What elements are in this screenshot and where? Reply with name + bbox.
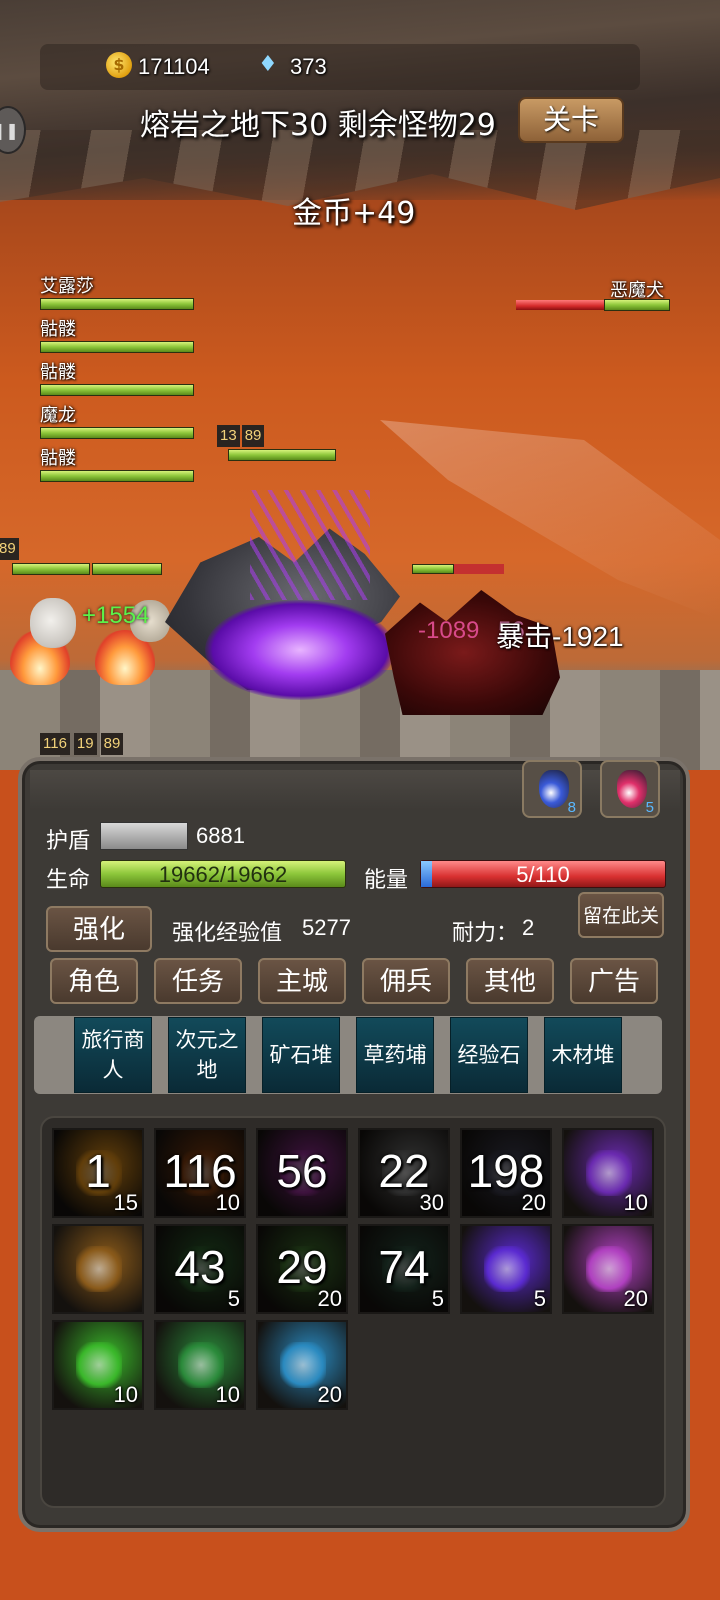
facility-wood-pile[interactable]: 木材堆: [544, 1017, 622, 1093]
left-level-tag: 89: [0, 538, 19, 560]
menu-tasks[interactable]: 任务: [154, 958, 242, 1004]
party-hp-bar: [40, 427, 194, 439]
heal-number: +1554: [82, 602, 150, 629]
blue-potion-icon: [539, 770, 569, 808]
skill-count: 20: [623, 1286, 648, 1311]
panel-header: [30, 770, 680, 810]
skill-slot[interactable]: 22 30: [358, 1128, 450, 1218]
energy-value: 5/110: [516, 862, 570, 887]
field-hp-bar: [92, 563, 162, 575]
party-member-name: 艾露莎: [40, 276, 94, 297]
stay-on-stage-button[interactable]: 留在此关: [578, 892, 664, 938]
gold-coin-icon: $: [106, 52, 132, 78]
skill-cooldown: 56: [276, 1145, 328, 1197]
enemy-field-hp-bar: [412, 564, 504, 574]
skill-count: 20: [317, 1382, 342, 1407]
energy-label: 能量: [364, 868, 409, 893]
party-member-name: 骷髅: [40, 362, 76, 383]
skill-count: 20: [521, 1190, 546, 1215]
blue-potion-slot[interactable]: 8: [522, 760, 582, 818]
purple-magic-effect: [250, 490, 370, 600]
facility-ore-pile[interactable]: 矿石堆: [262, 1017, 340, 1093]
gold-gain-text: 金币+49: [292, 196, 416, 231]
dragon-hp-bar: [228, 449, 336, 461]
hero-elsa: [30, 598, 76, 648]
menu-mercenaries[interactable]: 佣兵: [362, 958, 450, 1004]
stage-title: 熔岩之地下30 剩余怪物29: [140, 108, 496, 143]
menu-other[interactable]: 其他: [466, 958, 554, 1004]
stamina-label: 耐力：: [452, 921, 519, 946]
gem-amount: 373: [290, 54, 327, 79]
skill-count: 30: [419, 1190, 444, 1215]
bottom-level-tags: 116 19 89: [40, 733, 124, 755]
skill-slot[interactable]: 20: [562, 1224, 654, 1314]
party-member-name: 魔龙: [40, 405, 76, 426]
purple-vortex-effect: [205, 600, 395, 700]
light-streak: [380, 420, 720, 620]
dragon-level-tag: 13 89: [217, 425, 265, 447]
menu-character[interactable]: 角色: [50, 958, 138, 1004]
skill-count: 5: [431, 1286, 444, 1311]
hp-label: 生命: [46, 868, 91, 893]
skill-count: 5: [533, 1286, 546, 1311]
stamina-value: 2: [522, 915, 535, 940]
red-potion-icon: [617, 770, 647, 808]
party-hp-bar: [40, 384, 194, 396]
energy-bar: 5/110: [420, 860, 666, 888]
rune-book-icon: [76, 1246, 122, 1292]
facility-dimension-land[interactable]: 次元之 地: [168, 1017, 246, 1093]
skill-count: 10: [623, 1190, 648, 1215]
enhance-button[interactable]: 强化: [46, 906, 152, 952]
menu-main-city[interactable]: 主城: [258, 958, 346, 1004]
player-hp-bar: 19662/19662: [100, 860, 346, 888]
skill-count: 10: [215, 1382, 240, 1407]
party-hp-bar: [40, 341, 194, 353]
enemy-hp-bar: [516, 299, 670, 311]
party-member-name: 骷髅: [40, 448, 76, 469]
skill-count: 15: [113, 1190, 138, 1215]
damage-number: -1089: [418, 617, 480, 644]
skill-slot[interactable]: 43 5: [154, 1224, 246, 1314]
enhance-exp-value: 5277: [302, 915, 351, 940]
facility-herb-garden[interactable]: 草药埔: [356, 1017, 434, 1093]
facility-exp-stone[interactable]: 经验石: [450, 1017, 528, 1093]
skill-slot[interactable]: 74 5: [358, 1224, 450, 1314]
field-hp-bar: [12, 563, 90, 575]
skill-slot[interactable]: 20: [256, 1320, 348, 1410]
party-list: 艾露莎 骷髅 骷髅 魔龙 骷髅: [40, 272, 194, 482]
shield-value: 6881: [196, 823, 245, 848]
skill-slot[interactable]: 29 20: [256, 1224, 348, 1314]
party-hp-bar: [40, 298, 194, 310]
party-hp-bar: [40, 470, 194, 482]
stage-select-button[interactable]: 关卡: [518, 97, 624, 143]
enhance-exp-label: 强化经验值: [172, 921, 283, 946]
facility-traveling-merchant[interactable]: 旅行商 人: [74, 1017, 152, 1093]
player-hp-value: 19662/19662: [158, 862, 288, 887]
gold-amount: 171104: [138, 54, 210, 79]
party-member-name: 骷髅: [40, 319, 76, 340]
skill-slot[interactable]: 10: [52, 1320, 144, 1410]
skill-slot[interactable]: 1 15: [52, 1128, 144, 1218]
menu-ads[interactable]: 广告: [570, 958, 658, 1004]
skill-count: 10: [215, 1190, 240, 1215]
red-potion-slot[interactable]: 5: [600, 760, 660, 818]
diamond-icon: ♦: [258, 52, 278, 77]
skill-slot[interactable]: 5: [460, 1224, 552, 1314]
skill-slot[interactable]: 10: [562, 1128, 654, 1218]
skill-slot[interactable]: 56: [256, 1128, 348, 1218]
enemy-hp-fill: [603, 299, 670, 311]
skill-slot[interactable]: [52, 1224, 144, 1314]
shield-bar: [100, 822, 188, 850]
shield-label: 护盾: [46, 829, 91, 854]
demon-mask-icon: [484, 1246, 530, 1292]
skill-slot[interactable]: 10: [154, 1320, 246, 1410]
skill-slot[interactable]: 116 10: [154, 1128, 246, 1218]
crit-number: 暴击-1921: [496, 621, 624, 652]
skill-slot[interactable]: 198 20: [460, 1128, 552, 1218]
skill-count: 20: [317, 1286, 342, 1311]
skill-count: 5: [227, 1286, 240, 1311]
skill-count: 10: [113, 1382, 138, 1407]
